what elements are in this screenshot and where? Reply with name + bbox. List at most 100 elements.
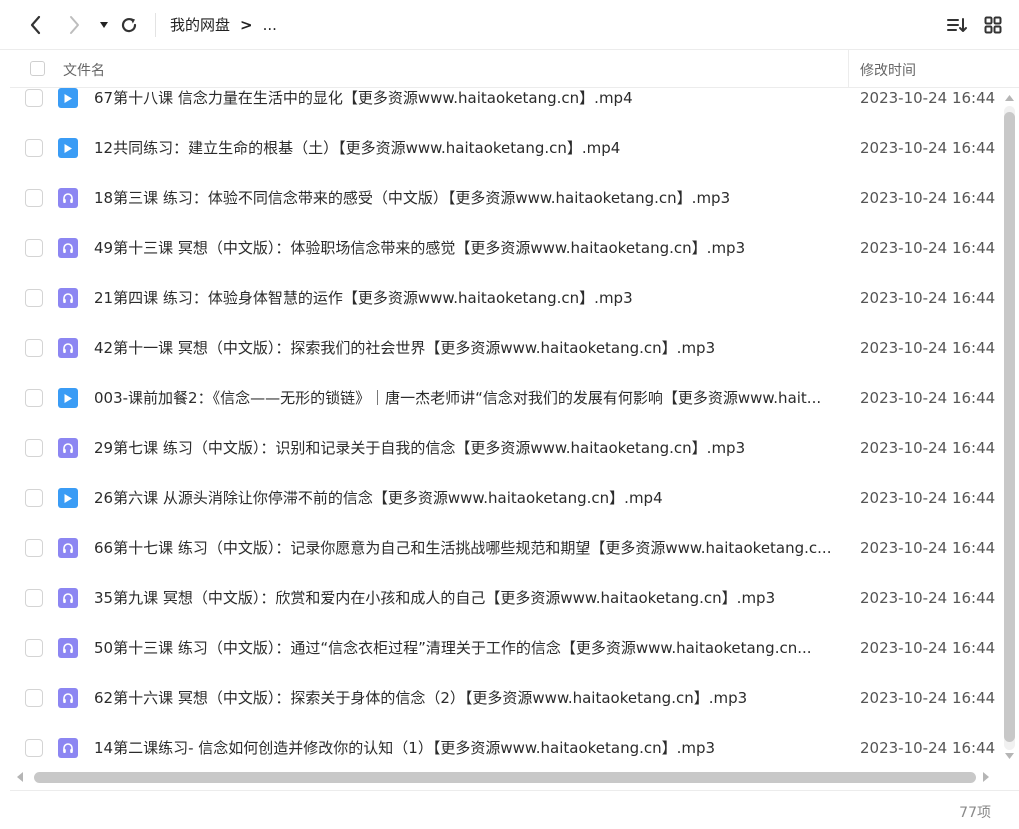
file-row[interactable]: 66第十七课 练习（中文版）：记录你愿意为自己和生活挑战哪些规范和期望【更多资源… bbox=[10, 538, 1000, 589]
scroll-down-arrow-icon[interactable] bbox=[1004, 752, 1015, 760]
file-row[interactable]: 49第十三课 冥想（中文版）：体验职场信念带来的感觉【更多资源www.haita… bbox=[10, 238, 1000, 289]
history-dropdown-button[interactable] bbox=[97, 12, 111, 38]
toolbar: 我的网盘 > ... bbox=[0, 0, 1019, 50]
sort-button[interactable] bbox=[945, 12, 969, 38]
audio-file-icon bbox=[58, 338, 78, 358]
file-list: 67第十八课 信念力量在生活中的显化【更多资源www.haitaoketang.… bbox=[10, 88, 1000, 768]
row-checkbox[interactable] bbox=[25, 539, 43, 557]
sort-icon bbox=[947, 18, 967, 32]
row-checkbox[interactable] bbox=[25, 89, 43, 107]
file-row[interactable]: 26第六课 从源头消除让你停滞不前的信念【更多资源www.haitaoketan… bbox=[10, 488, 1000, 539]
file-modified-time: 2023-10-24 16:44 bbox=[860, 289, 996, 307]
row-checkbox[interactable] bbox=[25, 689, 43, 707]
file-modified-time: 2023-10-24 16:44 bbox=[860, 139, 996, 157]
audio-file-icon bbox=[58, 538, 78, 558]
column-header-name[interactable]: 文件名 bbox=[63, 60, 105, 80]
file-row[interactable]: 67第十八课 信念力量在生活中的显化【更多资源www.haitaoketang.… bbox=[10, 88, 1000, 139]
chevron-left-icon bbox=[30, 15, 41, 35]
file-row[interactable]: 003-课前加餐2：《信念——无形的锁链》｜唐一杰老师讲“信念对我们的发展有何影… bbox=[10, 388, 1000, 439]
file-row[interactable]: 14第二课练习- 信念如何创造并修改你的认知（1）【更多资源www.haitao… bbox=[10, 738, 1000, 768]
audio-file-icon bbox=[58, 438, 78, 458]
column-header: 文件名 修改时间 bbox=[10, 50, 1019, 88]
video-file-icon bbox=[58, 388, 78, 408]
audio-file-icon bbox=[58, 688, 78, 708]
vertical-scroll-thumb[interactable] bbox=[1004, 112, 1015, 742]
breadcrumb-more[interactable]: ... bbox=[263, 16, 277, 34]
file-modified-time: 2023-10-24 16:44 bbox=[860, 339, 996, 357]
video-file-icon bbox=[58, 88, 78, 108]
scroll-up-arrow-icon[interactable] bbox=[1004, 94, 1015, 102]
row-checkbox[interactable] bbox=[25, 389, 43, 407]
chevron-right-icon bbox=[70, 16, 79, 34]
row-checkbox[interactable] bbox=[25, 139, 43, 157]
horizontal-scrollbar[interactable] bbox=[14, 768, 994, 786]
file-modified-time: 2023-10-24 16:44 bbox=[860, 639, 996, 657]
audio-file-icon bbox=[58, 738, 78, 758]
row-checkbox[interactable] bbox=[25, 489, 43, 507]
breadcrumb-separator: > bbox=[240, 15, 253, 34]
scroll-right-arrow-icon[interactable] bbox=[982, 771, 990, 783]
file-row[interactable]: 12共同练习：建立生命的根基（土）【更多资源www.haitaoketang.c… bbox=[10, 138, 1000, 189]
toolbar-divider bbox=[155, 13, 156, 37]
forward-button[interactable] bbox=[64, 12, 84, 38]
back-button[interactable] bbox=[26, 12, 46, 38]
file-modified-time: 2023-10-24 16:44 bbox=[860, 389, 996, 407]
column-divider[interactable] bbox=[848, 50, 849, 88]
file-name[interactable]: 26第六课 从源头消除让你停滞不前的信念【更多资源www.haitaoketan… bbox=[94, 489, 839, 507]
column-header-time[interactable]: 修改时间 bbox=[860, 60, 916, 80]
audio-file-icon bbox=[58, 238, 78, 258]
video-file-icon bbox=[58, 138, 78, 158]
file-name[interactable]: 29第七课 练习（中文版）：识别和记录关于自我的信念【更多资源www.haita… bbox=[94, 439, 839, 457]
row-checkbox[interactable] bbox=[25, 439, 43, 457]
file-modified-time: 2023-10-24 16:44 bbox=[860, 539, 996, 557]
file-name[interactable]: 14第二课练习- 信念如何创造并修改你的认知（1）【更多资源www.haitao… bbox=[94, 739, 839, 757]
audio-file-icon bbox=[58, 638, 78, 658]
file-row[interactable]: 21第四课 练习：体验身体智慧的运作【更多资源www.haitaoketang.… bbox=[10, 288, 1000, 339]
file-row[interactable]: 29第七课 练习（中文版）：识别和记录关于自我的信念【更多资源www.haita… bbox=[10, 438, 1000, 489]
file-name[interactable]: 49第十三课 冥想（中文版）：体验职场信念带来的感觉【更多资源www.haita… bbox=[94, 239, 839, 257]
file-modified-time: 2023-10-24 16:44 bbox=[860, 689, 996, 707]
row-checkbox[interactable] bbox=[25, 639, 43, 657]
file-row[interactable]: 42第十一课 冥想（中文版）：探索我们的社会世界【更多资源www.haitaok… bbox=[10, 338, 1000, 389]
horizontal-scroll-thumb[interactable] bbox=[34, 772, 976, 783]
file-name[interactable]: 18第三课 练习：体验不同信念带来的感受（中文版）【更多资源www.haitao… bbox=[94, 189, 839, 207]
scroll-left-arrow-icon[interactable] bbox=[16, 771, 24, 783]
file-name[interactable]: 12共同练习：建立生命的根基（土）【更多资源www.haitaoketang.c… bbox=[94, 139, 839, 157]
file-modified-time: 2023-10-24 16:44 bbox=[860, 239, 996, 257]
file-name[interactable]: 003-课前加餐2：《信念——无形的锁链》｜唐一杰老师讲“信念对我们的发展有何影… bbox=[94, 389, 839, 407]
file-row[interactable]: 35第九课 冥想（中文版）：欣赏和爱内在小孩和成人的自己【更多资源www.hai… bbox=[10, 588, 1000, 639]
row-checkbox[interactable] bbox=[25, 189, 43, 207]
select-all-checkbox[interactable] bbox=[30, 61, 45, 76]
file-name[interactable]: 62第十六课 冥想（中文版）：探索关于身体的信念（2）【更多资源www.hait… bbox=[94, 689, 839, 707]
file-name[interactable]: 42第十一课 冥想（中文版）：探索我们的社会世界【更多资源www.haitaok… bbox=[94, 339, 839, 357]
file-modified-time: 2023-10-24 16:44 bbox=[860, 589, 996, 607]
file-name[interactable]: 66第十七课 练习（中文版）：记录你愿意为自己和生活挑战哪些规范和期望【更多资源… bbox=[94, 539, 839, 557]
refresh-button[interactable] bbox=[119, 12, 139, 38]
caret-down-icon bbox=[100, 22, 108, 28]
status-bar: 77项 bbox=[10, 790, 1019, 829]
file-row[interactable]: 18第三课 练习：体验不同信念带来的感受（中文版）【更多资源www.haitao… bbox=[10, 188, 1000, 239]
file-modified-time: 2023-10-24 16:44 bbox=[860, 439, 996, 457]
audio-file-icon bbox=[58, 288, 78, 308]
file-name[interactable]: 50第十三课 练习（中文版）：通过“信念衣柜过程”清理关于工作的信念【更多资源w… bbox=[94, 639, 839, 657]
file-name[interactable]: 67第十八课 信念力量在生活中的显化【更多资源www.haitaoketang.… bbox=[94, 89, 839, 107]
grid-view-icon bbox=[984, 16, 1002, 34]
file-row[interactable]: 50第十三课 练习（中文版）：通过“信念衣柜过程”清理关于工作的信念【更多资源w… bbox=[10, 638, 1000, 689]
file-name[interactable]: 21第四课 练习：体验身体智慧的运作【更多资源www.haitaoketang.… bbox=[94, 289, 839, 307]
view-toggle-button[interactable] bbox=[982, 12, 1004, 38]
row-checkbox[interactable] bbox=[25, 289, 43, 307]
file-modified-time: 2023-10-24 16:44 bbox=[860, 89, 996, 107]
file-modified-time: 2023-10-24 16:44 bbox=[860, 189, 996, 207]
item-count: 77项 bbox=[959, 805, 991, 821]
vertical-scrollbar[interactable] bbox=[1001, 88, 1017, 768]
breadcrumb-root[interactable]: 我的网盘 bbox=[170, 14, 230, 35]
file-row[interactable]: 62第十六课 冥想（中文版）：探索关于身体的信念（2）【更多资源www.hait… bbox=[10, 688, 1000, 739]
row-checkbox[interactable] bbox=[25, 339, 43, 357]
file-modified-time: 2023-10-24 16:44 bbox=[860, 489, 996, 507]
row-checkbox[interactable] bbox=[25, 589, 43, 607]
audio-file-icon bbox=[58, 188, 78, 208]
row-checkbox[interactable] bbox=[25, 239, 43, 257]
refresh-icon bbox=[121, 17, 137, 33]
row-checkbox[interactable] bbox=[25, 739, 43, 757]
file-name[interactable]: 35第九课 冥想（中文版）：欣赏和爱内在小孩和成人的自己【更多资源www.hai… bbox=[94, 589, 839, 607]
